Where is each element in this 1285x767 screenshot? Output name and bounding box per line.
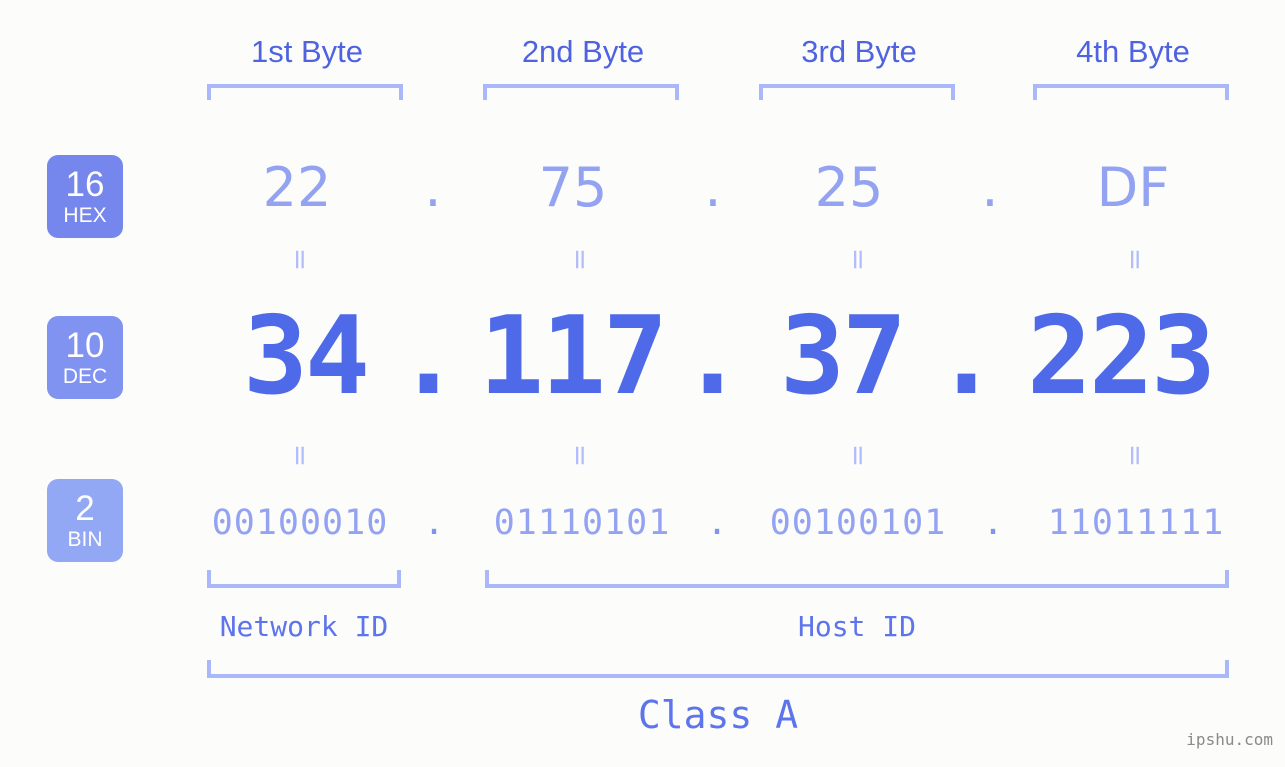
byte-label-1: 1st Byte [251,34,363,69]
bin-separator-1: . [423,503,445,543]
base-badge-dec: 10 DEC [47,316,123,399]
base-badge-bin-label: BIN [67,528,103,551]
equality-mark-dec-bin-3: = [842,443,875,467]
byte-label-3: 3rd Byte [801,34,917,69]
base-badge-dec-number: 10 [65,326,105,365]
class-bracket [207,660,1229,678]
equality-mark-hex-dec-3: = [842,247,875,271]
base-badge-hex-number: 16 [65,165,105,204]
base-badge-hex: 16 HEX [47,155,123,238]
equality-mark-dec-bin-4: = [1119,443,1152,467]
dec-separator-1: . [396,294,462,419]
byte-label-4: 4th Byte [1076,34,1190,69]
class-label: Class A [637,693,799,737]
host-id-label: Host ID [797,610,916,643]
bin-octet-2: 01110101 [493,503,671,543]
dec-separator-3: . [934,294,1000,419]
bin-separator-2: . [706,503,728,543]
network-id-bracket [207,570,401,588]
hex-octet-4: DF [1096,156,1170,219]
host-id-bracket [485,570,1229,588]
equality-mark-hex-dec-2: = [564,247,597,271]
equality-mark-hex-dec-1: = [284,247,317,271]
dec-octet-3: 37 [779,294,907,419]
base-badge-dec-label: DEC [62,365,108,388]
byte-bracket-2 [483,84,679,100]
dec-octet-2: 117 [478,294,668,419]
dec-octet-4: 223 [1026,294,1216,419]
base-badge-hex-label: HEX [63,204,107,227]
site-watermark: ipshu.com [1186,730,1273,749]
byte-bracket-4 [1033,84,1229,100]
ip-address-breakdown-diagram: 1st Byte 2nd Byte 3rd Byte 4th Byte 16 H… [0,0,1285,767]
hex-separator-1: . [424,156,442,219]
byte-bracket-3 [759,84,955,100]
dec-octet-1: 34 [242,294,370,419]
hex-octet-1: 22 [262,156,332,219]
network-id-label: Network ID [219,610,389,643]
bin-octet-1: 00100010 [211,503,389,543]
bin-separator-3: . [982,503,1004,543]
base-badge-bin-number: 2 [75,489,95,528]
equality-mark-dec-bin-1: = [284,443,317,467]
hex-octet-3: 25 [814,156,884,219]
dec-separator-2: . [680,294,746,419]
base-badge-bin: 2 BIN [47,479,123,562]
bin-octet-4: 11011111 [1047,503,1225,543]
equality-mark-dec-bin-2: = [564,443,597,467]
hex-octet-2: 75 [538,156,608,219]
byte-bracket-1 [207,84,403,100]
hex-separator-3: . [981,156,999,219]
bin-octet-3: 00100101 [769,503,947,543]
equality-mark-hex-dec-4: = [1119,247,1152,271]
byte-label-2: 2nd Byte [521,34,645,69]
hex-separator-2: . [704,156,722,219]
